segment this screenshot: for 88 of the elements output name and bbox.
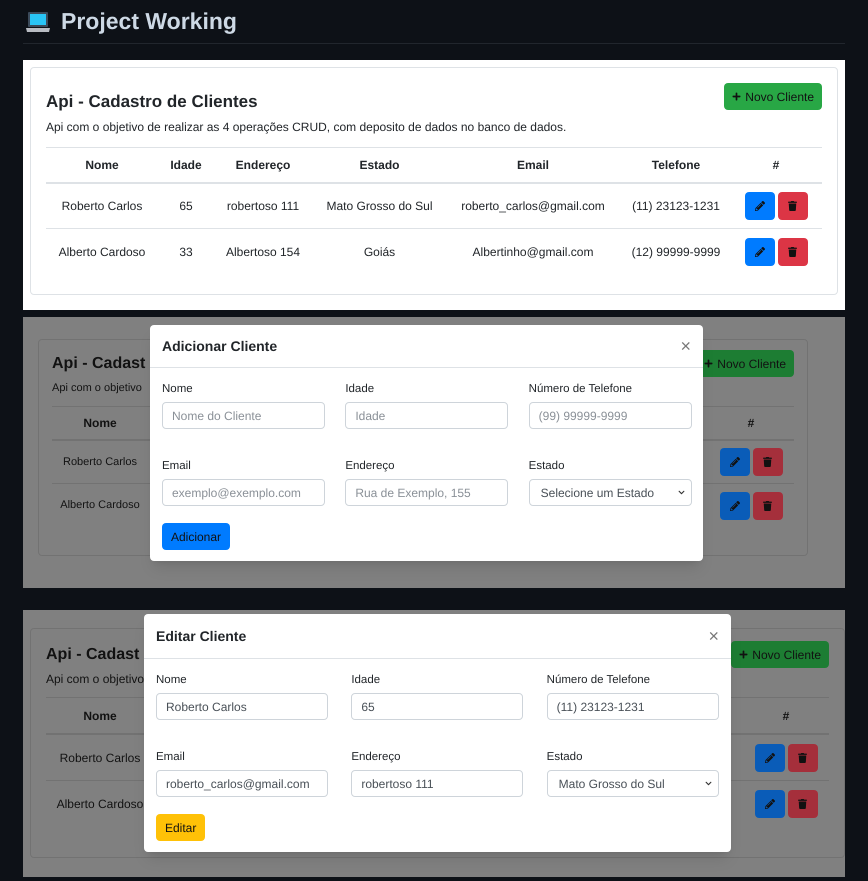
text-field[interactable]: (11) 23123-1231 [546, 693, 719, 720]
card-title: Api - Cadast [46, 645, 140, 665]
field-label: Idade [351, 673, 382, 687]
column-header: Estado [358, 157, 400, 174]
table-cell-text: robertoso 111 [226, 198, 300, 215]
field-label: Email [162, 459, 192, 473]
field-label: Número de Telefone [528, 382, 634, 396]
card-description: Api com o objetivo [46, 671, 144, 687]
table-cell-text: Alberto Cardoso [59, 498, 141, 514]
table-cell-text: (12) 99999-9999 [630, 244, 722, 260]
plus-icon [704, 359, 714, 368]
edit-button[interactable] [744, 192, 774, 220]
field-label: Nome [162, 382, 194, 396]
delete-button[interactable] [778, 238, 808, 266]
table-cell-text: 33 [178, 244, 194, 260]
trash-icon [788, 246, 797, 256]
pencil-icon [754, 246, 764, 256]
delete-button[interactable] [778, 192, 808, 220]
field-label: Estado [528, 459, 566, 473]
pencil-icon [764, 799, 774, 809]
pencil-icon [754, 201, 764, 211]
trash-icon [788, 201, 797, 211]
trash-icon [798, 752, 807, 762]
state-select[interactable]: Mato Grosso do Sul [546, 770, 719, 797]
field-label: Idade [345, 382, 376, 396]
field-label: Nome [156, 673, 188, 687]
column-header: Nome [82, 708, 118, 724]
table-cell-text: Alberto Cardoso [58, 244, 146, 260]
card-description: Api com o objetivo [52, 381, 143, 396]
pencil-icon [764, 752, 774, 762]
pencil-icon [730, 457, 740, 467]
table-cell-text: Albertinho@gmail.com [472, 244, 594, 260]
text-field[interactable]: Idade [345, 402, 508, 429]
column-header: Idade [169, 157, 203, 174]
chevron-down-icon [678, 489, 685, 496]
column-header: Email [516, 157, 550, 174]
field-label: Número de Telefone [546, 673, 652, 687]
state-select[interactable]: Selecione um Estado [528, 479, 692, 506]
table-cell-text: 65 [178, 198, 194, 215]
modal-title: Editar Cliente [156, 626, 246, 646]
text-field[interactable]: roberto_carlos@gmail.com [156, 770, 328, 797]
close-button[interactable]: × [708, 627, 719, 645]
table-cell-text: (11) 23123-1231 [631, 198, 721, 215]
table-cell-text: Mato Grosso do Sul [325, 198, 434, 215]
plus-icon [739, 650, 748, 659]
new-client-button[interactable]: Novo Cliente [731, 641, 829, 668]
column-header: # [746, 415, 756, 432]
field-label: Endereço [345, 459, 396, 473]
laptop-icon [25, 10, 51, 34]
submit-button[interactable]: Editar [156, 814, 206, 841]
column-header: Nome [82, 415, 118, 432]
field-label: Email [156, 750, 186, 764]
close-button[interactable]: × [680, 337, 691, 355]
column-header: Endereço [234, 157, 292, 174]
table-cell-text: Goiás [362, 244, 396, 260]
text-field[interactable]: (99) 99999-9999 [528, 402, 692, 429]
card-description: Api com o objetivo de realizar as 4 operações CRUD, com deposito de dados no banco de dados. [46, 119, 566, 135]
table-cell-text: Roberto Carlos [62, 454, 138, 470]
trash-icon [798, 799, 807, 809]
table-cell-text: roberto_carlos@gmail.com [460, 198, 606, 215]
text-field[interactable]: 65 [351, 693, 524, 720]
column-header: # [782, 708, 790, 724]
card-title: Api - Cadastro de Clientes [46, 91, 259, 113]
submit-button[interactable]: Adicionar [162, 523, 230, 550]
plus-icon [732, 92, 742, 101]
column-header: Nome [84, 157, 120, 174]
page-title: Project Working [61, 7, 237, 36]
text-field[interactable]: exemplo@exemplo.com [162, 479, 325, 506]
pencil-icon [730, 500, 740, 510]
trash-icon [763, 500, 772, 510]
chevron-down-icon [704, 780, 712, 787]
field-label: Endereço [351, 750, 402, 764]
text-field[interactable]: robertoso 111 [351, 770, 524, 797]
field-label: Estado [546, 750, 584, 764]
new-client-button[interactable]: Novo Cliente [724, 83, 822, 110]
table-cell-text: Albertoso 154 [224, 244, 302, 260]
column-header: # [772, 157, 780, 174]
text-field[interactable]: Rua de Exemplo, 155 [345, 479, 508, 506]
modal-title: Adicionar Cliente [162, 336, 278, 356]
table-cell-text: Roberto Carlos [58, 750, 142, 766]
table-cell-text: Roberto Carlos [60, 198, 144, 215]
text-field[interactable]: Roberto Carlos [156, 693, 328, 720]
text-field[interactable]: Nome do Cliente [162, 402, 325, 429]
table-cell-text: Alberto Cardoso [56, 796, 144, 813]
edit-button[interactable] [744, 238, 774, 266]
card-title: Api - Cadast [52, 354, 146, 374]
trash-icon [763, 457, 772, 467]
column-header: Telefone [650, 157, 702, 174]
